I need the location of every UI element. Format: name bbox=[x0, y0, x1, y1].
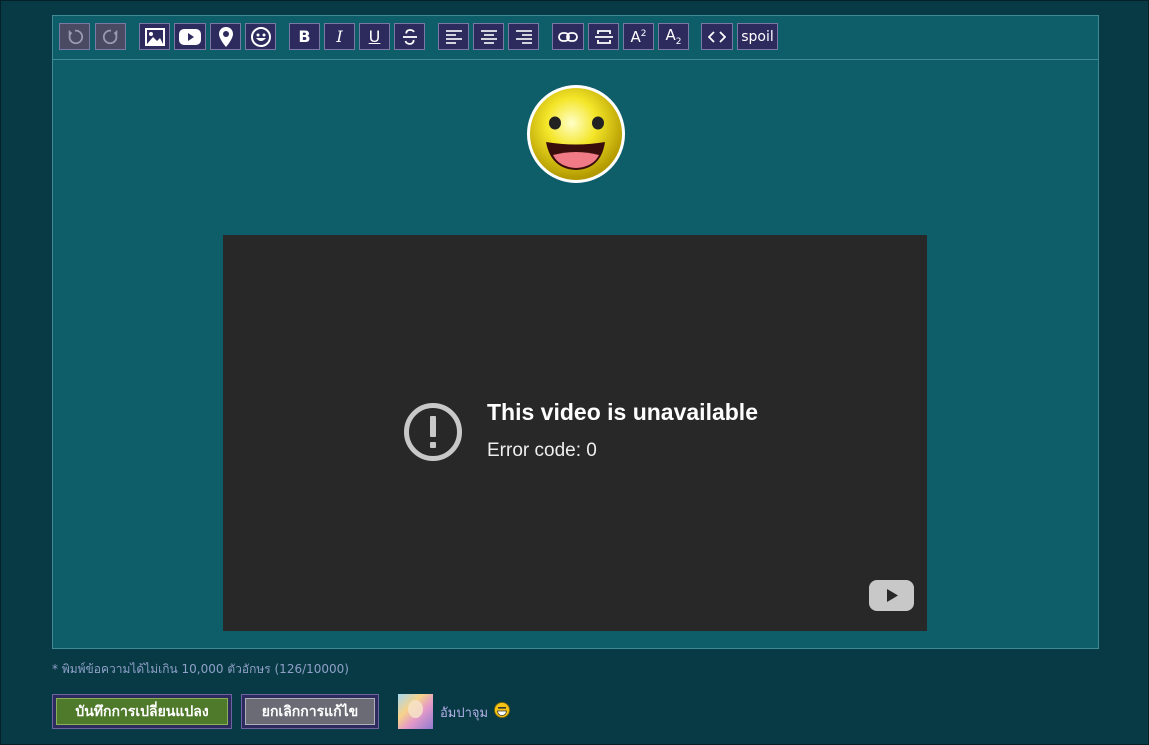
insert-location-button[interactable] bbox=[210, 23, 241, 50]
bold-button[interactable]: B bbox=[289, 23, 320, 50]
insert-image-button[interactable] bbox=[139, 23, 170, 50]
youtube-logo-icon[interactable] bbox=[869, 580, 914, 615]
link-icon bbox=[558, 31, 578, 43]
align-right-icon bbox=[515, 29, 533, 45]
undo-icon bbox=[66, 28, 84, 46]
superscript-button[interactable]: A2 bbox=[623, 23, 654, 50]
strikethrough-button[interactable] bbox=[394, 23, 425, 50]
italic-button[interactable]: I bbox=[324, 23, 355, 50]
subscript-icon: A2 bbox=[665, 26, 682, 47]
image-icon bbox=[144, 27, 165, 46]
rich-text-editor[interactable]: B I U A2 A2 spoil This video is unavaila… bbox=[52, 15, 1099, 649]
save-changes-label: บันทึกการเปลี่ยนแปลง bbox=[56, 698, 228, 725]
cancel-edit-button[interactable]: ยกเลิกการแก้ไข bbox=[241, 694, 379, 729]
align-center-icon bbox=[480, 29, 498, 45]
youtube-embed[interactable]: This video is unavailable Error code: 0 bbox=[223, 235, 927, 631]
subscript-button[interactable]: A2 bbox=[658, 23, 689, 50]
align-left-button[interactable] bbox=[438, 23, 469, 50]
redo-button[interactable] bbox=[95, 23, 126, 50]
undo-button[interactable] bbox=[59, 23, 90, 50]
smiley-icon bbox=[250, 26, 271, 47]
username[interactable]: อัมปาจุม bbox=[440, 702, 488, 723]
align-right-button[interactable] bbox=[508, 23, 539, 50]
superscript-icon: A2 bbox=[630, 27, 647, 46]
code-button[interactable] bbox=[701, 23, 733, 50]
align-left-icon bbox=[445, 29, 463, 45]
character-limit-note: * พิมพ์ข้อความได้ไม่เกิน 10,000 ตัวอักษร… bbox=[52, 662, 349, 676]
spoiler-label: spoil bbox=[741, 28, 774, 45]
page-frame: B I U A2 A2 spoil This video is unavaila… bbox=[0, 0, 1149, 745]
italic-icon: I bbox=[336, 27, 343, 46]
grin-emoji-icon bbox=[494, 702, 510, 722]
underline-button[interactable]: U bbox=[359, 23, 390, 50]
cancel-edit-label: ยกเลิกการแก้ไข bbox=[245, 698, 375, 725]
code-icon bbox=[708, 30, 726, 43]
underline-icon: U bbox=[368, 27, 381, 46]
redo-icon bbox=[102, 28, 120, 46]
map-pin-icon bbox=[218, 26, 234, 47]
smiley-face-icon bbox=[525, 83, 627, 185]
video-error-title: This video is unavailable bbox=[487, 399, 758, 425]
spoiler-button[interactable]: spoil bbox=[737, 23, 778, 50]
insert-emoji-button[interactable] bbox=[245, 23, 276, 50]
horizontal-rule-button[interactable] bbox=[588, 23, 619, 50]
avatar[interactable] bbox=[398, 694, 433, 729]
horizontal-rule-icon bbox=[594, 29, 614, 45]
link-button[interactable] bbox=[552, 23, 584, 50]
video-error-code: Error code: 0 bbox=[487, 440, 597, 461]
strikethrough-icon bbox=[401, 28, 419, 46]
editor-toolbar: B I U A2 A2 spoil bbox=[53, 16, 1098, 60]
editor-content[interactable]: This video is unavailable Error code: 0 bbox=[53, 60, 1098, 648]
warning-circle-icon bbox=[403, 402, 463, 466]
bold-icon: B bbox=[298, 27, 311, 46]
align-center-button[interactable] bbox=[473, 23, 504, 50]
insert-youtube-button[interactable] bbox=[174, 23, 206, 50]
save-changes-button[interactable]: บันทึกการเปลี่ยนแปลง bbox=[52, 694, 232, 729]
youtube-icon bbox=[179, 28, 201, 45]
